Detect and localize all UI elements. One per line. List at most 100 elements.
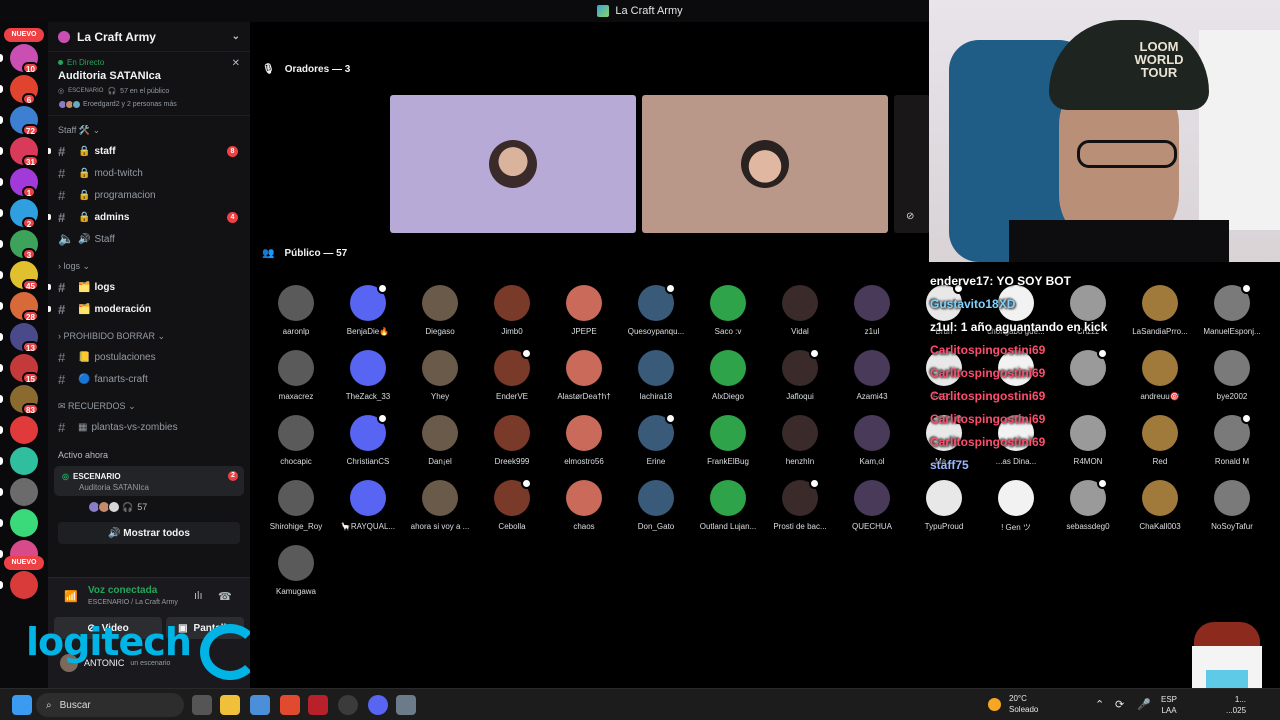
audience-member[interactable]: Shirohige_Roy [260, 480, 332, 531]
chevron-down-icon[interactable]: ⌄ [232, 31, 240, 42]
audience-member[interactable]: Azami43 [836, 350, 908, 401]
audience-member[interactable]: andreuu🎯 [1124, 350, 1196, 401]
audience-member[interactable]: Prosti de bac... [764, 478, 836, 531]
server-header[interactable]: La Craft Army ⌄ [48, 22, 250, 52]
audience-member[interactable]: AlastørDea†h† [548, 350, 620, 401]
server-icon[interactable] [10, 447, 38, 475]
server-icon[interactable] [10, 571, 38, 599]
channel-moderacion[interactable]: # 🗂️ moderación [48, 298, 250, 320]
audience-member[interactable]: sebassdeg0 [1052, 478, 1124, 531]
discord-icon[interactable] [368, 695, 388, 715]
audience-member[interactable]: LaSandiaPrro... [1124, 285, 1196, 336]
brave-icon[interactable] [280, 695, 300, 715]
audience-member[interactable]: TypuProud [908, 480, 980, 531]
audience-member[interactable]: Outland Lujan... [692, 480, 764, 531]
audience-member[interactable]: aaronlp [260, 285, 332, 336]
audience-member[interactable]: z1ul [836, 285, 908, 336]
speaker-tile[interactable] [642, 95, 888, 233]
audience-member[interactable]: ManuelEsponj... [1196, 283, 1268, 336]
server-badge: 13 [22, 341, 39, 353]
audience-member[interactable]: JPEPE [548, 285, 620, 336]
audience-member[interactable]: AlxDiego [692, 350, 764, 401]
category-recuerdos[interactable]: ✉ RECUERDOS ⌄ [48, 396, 250, 416]
audience-member[interactable]: ChristianCS [332, 413, 404, 466]
audience-member[interactable]: ChaKall003 [1124, 480, 1196, 531]
close-icon[interactable]: ✕ [232, 58, 240, 69]
channel-logs[interactable]: # 🗂️ logs [48, 276, 250, 298]
audience-member[interactable]: Jafloqui [764, 348, 836, 401]
audience-member[interactable]: Vidal [764, 285, 836, 336]
voice-location[interactable]: ESCENARIO / La Craft Army [88, 599, 178, 606]
soundboard-icon[interactable]: ılı [194, 590, 203, 602]
weather-widget[interactable]: 20°C Soleado [988, 693, 1038, 715]
audience-member[interactable]: FrankElBug [692, 415, 764, 466]
audience-member[interactable]: ! Gen ツ [980, 480, 1052, 533]
channel-plantas-vs-zombies[interactable]: # ▦ plantas-vs-zombies [48, 416, 250, 438]
server-icon[interactable] [10, 416, 38, 444]
channel-staff-voice[interactable]: 🔈 🔊 Staff [48, 228, 250, 250]
channel-postulaciones[interactable]: # 📒 postulaciones [48, 346, 250, 368]
category-staff[interactable]: Staff 🛠️ ⌄ [48, 120, 250, 140]
audience-member[interactable]: NoSoyTafur [1196, 480, 1268, 531]
audience-member[interactable]: Quesoypanqu... [620, 283, 692, 336]
audience-member[interactable]: BenjaDie🔥 [332, 283, 404, 336]
windows-start-icon[interactable] [12, 695, 32, 715]
audience-member[interactable]: EnderVE [476, 348, 548, 401]
audience-member[interactable]: Kam,ol [836, 415, 908, 466]
disconnect-icon[interactable]: ☎ [218, 590, 232, 603]
webcam-overlay: LOOM WORLD TOUR [929, 0, 1280, 262]
audience-member[interactable]: Dan¡el [404, 415, 476, 466]
app-icon[interactable] [308, 695, 328, 715]
audience-member[interactable]: maxacrez [260, 350, 332, 401]
speaker-tile[interactable]: ⊘ [894, 95, 930, 233]
audience-member[interactable]: elmostro56 [548, 415, 620, 466]
audience-member[interactable]: QUECHUA [836, 480, 908, 531]
audience-member[interactable]: henzhIn [764, 415, 836, 466]
audience-name: chaos [573, 522, 595, 531]
speaker-tile[interactable] [390, 95, 636, 233]
audience-member[interactable]: Erine [620, 413, 692, 466]
audience-member[interactable]: TheZack_33 [332, 350, 404, 401]
audience-member[interactable]: chocapic [260, 415, 332, 466]
task-view-icon[interactable] [192, 695, 212, 715]
sync-icon[interactable]: ⟳ [1115, 698, 1124, 711]
language-indicator[interactable]: ESP LAA [1161, 694, 1177, 716]
audience-member[interactable]: Diegaso [404, 285, 476, 336]
obs-icon[interactable] [338, 695, 358, 715]
audience-member[interactable]: Jimb0 [476, 285, 548, 336]
server-icon[interactable] [10, 509, 38, 537]
audience-member[interactable]: Red [1124, 415, 1196, 466]
audience-member[interactable]: 🦙RAYQUAL... [332, 480, 404, 531]
category-logs[interactable]: › logs ⌄ [48, 256, 250, 276]
server-icon[interactable] [10, 478, 38, 506]
channel-fanarts-craft[interactable]: # 🔵 fanarts-craft [48, 368, 250, 390]
audience-member[interactable]: Don_Gato [620, 480, 692, 531]
audience-member[interactable]: Ronald M [1196, 413, 1268, 466]
channel-admins[interactable]: # 🔒 admins 4 [48, 206, 250, 228]
audience-member[interactable]: Cebolla [476, 478, 548, 531]
audience-member[interactable]: Yhey [404, 350, 476, 401]
mic-icon[interactable]: 🎤 [1137, 698, 1151, 711]
category-prohibido-borrar[interactable]: › PROHIBIDO BORRAR ⌄ [48, 326, 250, 346]
live-stage-card[interactable]: En Directo Auditoria SATANIca ◎ ESCENARI… [48, 52, 250, 116]
store-icon[interactable] [250, 695, 270, 715]
channel-staff[interactable]: # 🔒 staff 8 [48, 140, 250, 162]
taskbar-search[interactable]: ⌕ Buscar [36, 693, 184, 717]
audience-member[interactable]: chaos [548, 480, 620, 531]
active-stage-card[interactable]: ◎ ESCENARIO Auditoria SATANIca 2 [54, 466, 244, 496]
audience-member[interactable]: Dreek999 [476, 415, 548, 466]
clock[interactable]: 1... ...025 [1226, 694, 1246, 716]
signal-icon[interactable]: 📶 [64, 590, 78, 603]
audience-member[interactable]: ahora si voy a ... [404, 480, 476, 531]
audience-member[interactable]: bye2002 [1196, 350, 1268, 401]
avatar [1214, 350, 1250, 386]
channel-programacion[interactable]: # 🔒 programacion [48, 184, 250, 206]
chevron-up-icon[interactable]: ⌃ [1095, 698, 1104, 711]
audience-member[interactable]: Saco :v [692, 285, 764, 336]
channel-mod-twitch[interactable]: # 🔒 mod-twitch [48, 162, 250, 184]
show-all-button[interactable]: 🔊 Mostrar todos [58, 522, 240, 544]
audience-member[interactable]: lachira18 [620, 350, 692, 401]
settings-icon[interactable] [396, 695, 416, 715]
audience-member[interactable]: Kamugawa [260, 545, 332, 596]
file-explorer-icon[interactable] [220, 695, 240, 715]
